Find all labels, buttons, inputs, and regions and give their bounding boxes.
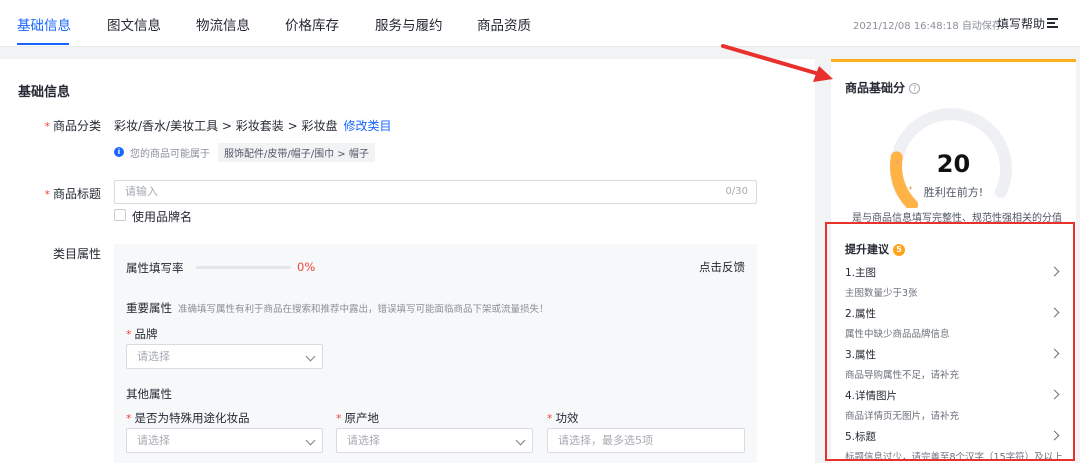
title-placeholder: 请输入	[125, 185, 158, 198]
fill-rate-percent: 0%	[297, 260, 316, 274]
suggestion-item[interactable]: 4.详情图片 商品详情页无图片，请补充	[845, 388, 1060, 422]
attributes-box: 属性填写率 0% 点击反馈 重要属性 准确填写属性有利于商品在搜索和推荐中露出，错…	[114, 244, 757, 463]
tab-price-stock[interactable]: 价格库存	[285, 14, 339, 34]
category-path-text: 彩妆/香水/美妆工具 > 彩妆套装 > 彩妆盘	[114, 119, 338, 133]
use-brand-checkbox[interactable]	[114, 209, 126, 221]
category-hint-text: 您的商品可能属于	[130, 148, 210, 160]
suggestions-count-badge: 5	[893, 244, 905, 256]
info-icon: i	[114, 147, 124, 157]
use-brand-label: 使用品牌名	[132, 210, 193, 224]
question-icon[interactable]: ?	[909, 83, 921, 94]
score-value: 20	[936, 150, 971, 178]
special-use-label: * 是否为特殊用途化妆品	[126, 411, 250, 425]
fill-rate-progress	[196, 266, 291, 269]
suggestion-name: 1.主图	[845, 267, 877, 279]
suggested-category-chip[interactable]: 服饰配件/皮带/帽子/围巾 > 帽子	[218, 142, 375, 162]
score-panel: 商品基础分? 20 胜利在前方! 是与商品信息填写完整性、规范性强相关的分值 提…	[831, 59, 1076, 463]
suggestion-item[interactable]: 2.属性 属性中缺少商品品牌信息	[845, 306, 1060, 340]
score-description: 是与商品信息填写完整性、规范性强相关的分值	[852, 213, 1062, 224]
suggestion-name: 3.属性	[845, 349, 877, 361]
suggestion-desc: 标题信息过少，请完善至8个汉字（15字符）及以上	[845, 452, 1063, 463]
efficacy-select[interactable]: 请选择，最多选5项	[547, 428, 745, 453]
feedback-link[interactable]: 点击反馈	[699, 259, 745, 275]
chevron-down-icon	[515, 435, 526, 446]
suggestion-name: 4.详情图片	[845, 390, 898, 402]
score-panel-title: 商品基础分?	[845, 79, 921, 96]
chevron-down-icon	[305, 435, 316, 446]
suggestion-item[interactable]: 1.主图 主图数量少于3张	[845, 265, 1060, 299]
suggestion-item[interactable]: 5.标题 标题信息过少，请完善至8个汉字（15字符）及以上	[845, 429, 1063, 463]
brand-select[interactable]: 请选择	[126, 344, 323, 369]
help-button[interactable]: 填写帮助	[997, 15, 1045, 32]
origin-select[interactable]: 请选择	[336, 428, 533, 453]
category-path: 彩妆/香水/美妆工具 > 彩妆套装 > 彩妆盘 修改类目	[114, 117, 391, 134]
score-subtitle: 胜利在前方!	[923, 186, 984, 199]
suggestion-desc: 属性中缺少商品品牌信息	[845, 329, 950, 340]
important-attrs-heading: 重要属性 准确填写属性有利于商品在搜索和推荐中露出，错误填写可能面临商品下架或流量…	[126, 301, 549, 315]
tab-qualification[interactable]: 商品资质	[477, 14, 531, 34]
suggestion-item[interactable]: 3.属性 商品导购属性不足，请补充	[845, 347, 1060, 381]
tab-logistics[interactable]: 物流信息	[196, 14, 250, 34]
suggestion-desc: 主图数量少于3张	[845, 288, 918, 299]
edit-category-link[interactable]: 修改类目	[343, 119, 391, 133]
tab-service-fulfillment[interactable]: 服务与履约	[375, 14, 443, 34]
suggestions-title: 提升建议 5	[845, 241, 905, 257]
title-char-counter: 0/30	[725, 186, 748, 197]
fill-rate-label: 属性填写率	[126, 261, 184, 275]
tab-image-text[interactable]: 图文信息	[107, 14, 161, 34]
section-title: 基础信息	[18, 85, 71, 100]
active-tab-indicator	[17, 43, 69, 45]
menu-icon[interactable]	[1047, 17, 1058, 28]
title-input[interactable]: 请输入 0/30	[114, 180, 757, 204]
category-hint: i 您的商品可能属于 服饰配件/皮带/帽子/围巾 > 帽子	[114, 142, 375, 162]
efficacy-label: * 功效	[547, 411, 579, 425]
suggestion-name: 2.属性	[845, 308, 877, 320]
category-label: * 商品分类	[44, 119, 101, 133]
important-attrs-desc: 准确填写属性有利于商品在搜索和推荐中露出，错误填写可能面临商品下架或流量损失！	[178, 304, 549, 315]
main-form-panel: 基础信息 * 商品分类 彩妆/香水/美妆工具 > 彩妆套装 > 彩妆盘 修改类目 i…	[0, 59, 815, 463]
suggestion-desc: 商品详情页无图片，请补充	[845, 411, 960, 422]
special-use-select[interactable]: 请选择	[126, 428, 323, 453]
origin-label: * 原产地	[336, 411, 379, 425]
autosave-status: 2021/12/08 16:48:18 自动保存	[853, 21, 1002, 32]
chevron-down-icon	[305, 351, 316, 362]
title-label: * 商品标题	[44, 187, 101, 201]
suggestion-name: 5.标题	[845, 431, 877, 443]
top-tab-bar: 基础信息 图文信息 物流信息 价格库存 服务与履约 商品资质 2021/12/0…	[0, 0, 1080, 47]
attributes-label: 类目属性	[52, 247, 101, 261]
brand-label: * 品牌	[126, 327, 158, 341]
tab-basic-info[interactable]: 基础信息	[17, 14, 71, 34]
suggestion-desc: 商品导购属性不足，请补充	[845, 370, 960, 381]
other-attrs-heading: 其他属性	[126, 387, 172, 401]
